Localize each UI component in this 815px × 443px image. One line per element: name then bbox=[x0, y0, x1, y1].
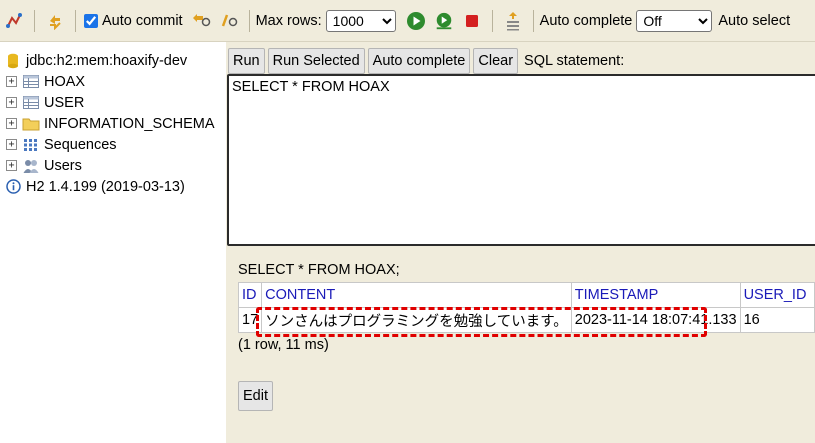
history-icon[interactable] bbox=[503, 11, 523, 31]
auto-commit-checkbox[interactable] bbox=[84, 13, 98, 28]
column-header-id[interactable]: ID bbox=[237, 282, 263, 308]
column-header-timestamp[interactable]: TIMESTAMP bbox=[570, 282, 741, 308]
table-icon bbox=[22, 95, 40, 111]
cell-content[interactable]: ソンさんはプログラミングを勉強しています。 bbox=[261, 307, 572, 333]
max-rows-label: Max rows: bbox=[255, 12, 322, 29]
cell-timestamp[interactable]: 2023-11-14 18:07:41.133 bbox=[570, 307, 741, 333]
column-header-user-id[interactable]: USER_ID bbox=[739, 282, 815, 308]
result-table: ID CONTENT TIMESTAMP USER_ID 17 ソンさんはプログ… bbox=[237, 282, 815, 333]
toolbar-separator bbox=[75, 9, 76, 32]
tree-item-users[interactable]: + Users bbox=[0, 155, 226, 176]
tree-item-label: USER bbox=[44, 94, 85, 111]
table-header-row: ID CONTENT TIMESTAMP USER_ID bbox=[237, 282, 815, 308]
folder-icon bbox=[22, 116, 40, 132]
results-area: SELECT * FROM HOAX; ID CONTENT TIMESTAMP… bbox=[237, 262, 815, 411]
auto-complete-button[interactable]: Auto complete bbox=[367, 48, 471, 74]
sql-editor[interactable]: SELECT * FROM HOAX bbox=[227, 74, 815, 246]
run-icon[interactable] bbox=[406, 11, 426, 31]
rollback-icon[interactable] bbox=[191, 11, 211, 31]
run-button[interactable]: Run bbox=[228, 48, 265, 74]
toolbar-separator bbox=[532, 9, 534, 32]
expand-icon[interactable]: + bbox=[6, 97, 17, 108]
version-label: H2 1.4.199 (2019-03-13) bbox=[26, 178, 185, 195]
edit-button[interactable]: Edit bbox=[238, 381, 273, 411]
tree-item-hoax[interactable]: + HOAX bbox=[0, 71, 226, 92]
table-row: 17 ソンさんはプログラミングを勉強しています。 2023-11-14 18:0… bbox=[237, 307, 815, 333]
tree-item-label: Sequences bbox=[44, 136, 117, 153]
commit-icon[interactable] bbox=[219, 11, 239, 31]
info-icon bbox=[4, 179, 22, 195]
expand-icon[interactable]: + bbox=[6, 139, 17, 150]
auto-commit-label: Auto commit bbox=[102, 12, 183, 29]
tree-item-label: INFORMATION_SCHEMA bbox=[44, 115, 215, 132]
expand-icon[interactable]: + bbox=[6, 76, 17, 87]
tree-item-label: Users bbox=[44, 157, 82, 174]
cell-user-id[interactable]: 16 bbox=[739, 307, 815, 333]
tree-connection-label: jdbc:h2:mem:hoaxify-dev bbox=[26, 52, 188, 69]
stop-icon[interactable] bbox=[462, 11, 482, 31]
query-panel: Run Run Selected Auto complete Clear SQL… bbox=[226, 42, 815, 443]
tree-item-user[interactable]: + USER bbox=[0, 92, 226, 113]
sql-statement-label: SQL statement: bbox=[524, 53, 625, 69]
object-tree: jdbc:h2:mem:hoaxify-dev + HOAX + USER + … bbox=[0, 42, 226, 443]
max-rows-select[interactable]: 1000 bbox=[325, 9, 396, 32]
tree-item-label: HOAX bbox=[44, 73, 86, 90]
query-button-row: Run Run Selected Auto complete Clear SQL… bbox=[226, 46, 815, 76]
auto-select-label: Auto select bbox=[718, 12, 791, 29]
sequences-icon bbox=[22, 137, 40, 153]
run-selected-button[interactable]: Run Selected bbox=[267, 48, 365, 74]
auto-complete-label: Auto complete bbox=[539, 12, 633, 29]
tree-connection[interactable]: jdbc:h2:mem:hoaxify-dev bbox=[0, 50, 226, 71]
toolbar: Auto commit Max rows: 1000 Auto complete… bbox=[0, 0, 815, 42]
expand-icon[interactable]: + bbox=[6, 160, 17, 171]
toolbar-separator bbox=[248, 9, 250, 32]
tree-version: H2 1.4.199 (2019-03-13) bbox=[0, 176, 226, 197]
toolbar-separator bbox=[34, 9, 35, 32]
database-icon bbox=[4, 53, 22, 69]
cell-id[interactable]: 17 bbox=[237, 307, 263, 333]
users-icon bbox=[22, 158, 40, 174]
disconnect-icon[interactable] bbox=[4, 11, 24, 31]
tree-item-sequences[interactable]: + Sequences bbox=[0, 134, 226, 155]
run-selected-icon[interactable] bbox=[434, 11, 454, 31]
toolbar-separator bbox=[491, 9, 493, 32]
auto-complete-select[interactable]: Off bbox=[636, 9, 713, 32]
expand-icon[interactable]: + bbox=[6, 118, 17, 129]
clear-button[interactable]: Clear bbox=[473, 48, 519, 74]
column-header-content[interactable]: CONTENT bbox=[261, 282, 572, 308]
table-icon bbox=[22, 74, 40, 90]
result-query-title: SELECT * FROM HOAX; bbox=[238, 262, 400, 278]
refresh-icon[interactable] bbox=[45, 11, 65, 31]
sql-editor-text: SELECT * FROM HOAX bbox=[232, 79, 390, 95]
result-summary: (1 row, 11 ms) bbox=[238, 337, 329, 353]
tree-item-information-schema[interactable]: + INFORMATION_SCHEMA bbox=[0, 113, 226, 134]
